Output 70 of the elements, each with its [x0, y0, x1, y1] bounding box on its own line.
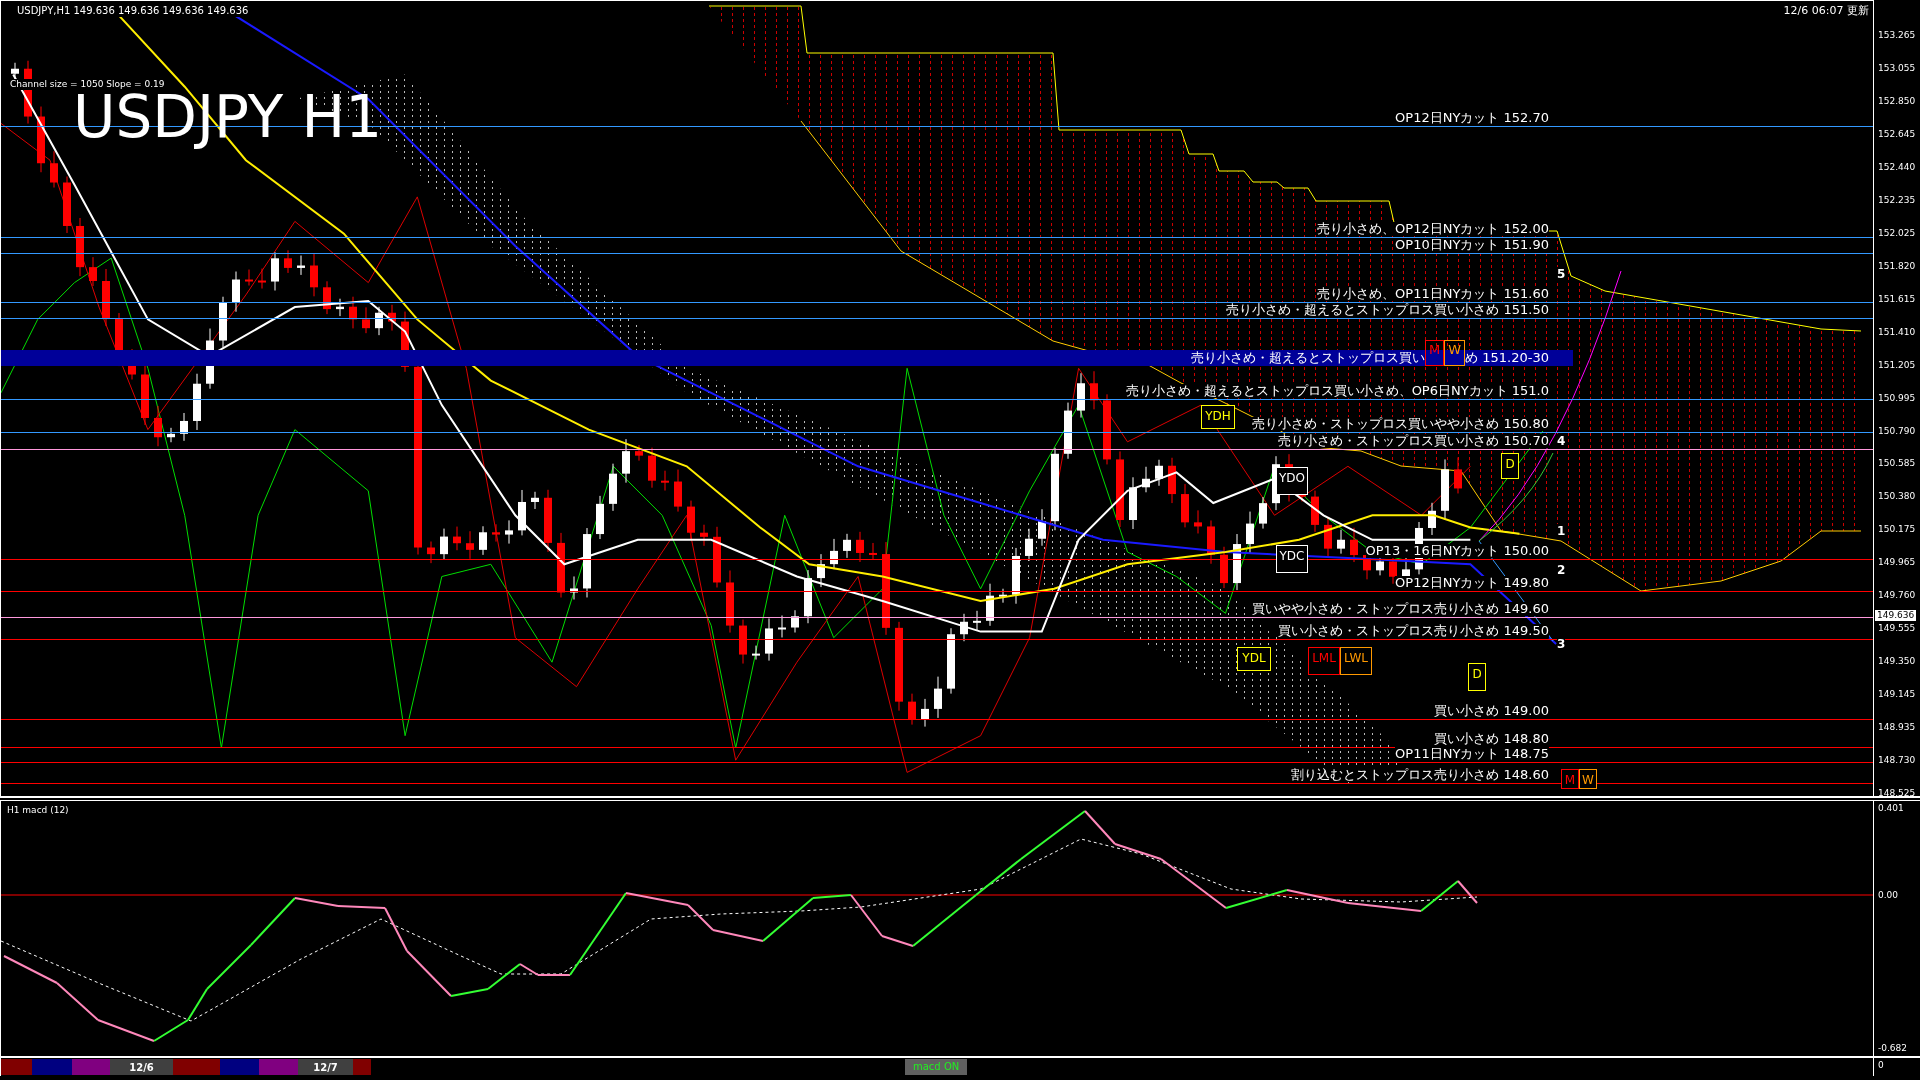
level-label: 売り小さめ・超えるとストップロス買い小さめ 151.50: [1226, 303, 1549, 317]
level-label: OP11日NYカット 148.75: [1395, 747, 1549, 761]
level-label: OP12日NYカット 149.80: [1395, 576, 1549, 590]
axis-tick-label: 148.935: [1878, 722, 1916, 733]
level-label: 買い小さめ 148.80: [1434, 732, 1549, 746]
level-label: 売り小さめ・ストップロス買い小さめ 150.70: [1278, 434, 1549, 448]
axis-tick-label: 148.525: [1878, 788, 1916, 799]
level-label: 売り小さめ・ストップロス買いやや小さめ 150.80: [1252, 417, 1549, 431]
axis-tick-label: 150.995: [1878, 392, 1916, 403]
level-label: 売り小さめ、OP11日NYカット 151.60: [1317, 287, 1549, 301]
axis-tick-label: 151.615: [1878, 293, 1916, 304]
level-label: 買いやや小さめ・ストップロス売り小さめ 149.60: [1252, 602, 1549, 616]
current-price-tag: 149.636: [1875, 610, 1917, 621]
level-label: OP13・16日NYカット 150.00: [1365, 544, 1549, 558]
axis-tick-label: 0.401: [1878, 803, 1904, 813]
level-label: 売り小さめ、OP12日NYカット 152.00: [1317, 222, 1549, 236]
axis-tick-label: 153.055: [1878, 62, 1916, 73]
chart-marker-tag: M: [1561, 769, 1579, 789]
wave-number: 1: [1557, 524, 1566, 538]
level-label: 買い小さめ 149.00: [1434, 704, 1549, 718]
update-time: 12/6 06:07 更新: [1783, 5, 1869, 17]
axis-tick-label: 151.410: [1878, 326, 1916, 337]
axis-tick-label: 150.790: [1878, 425, 1916, 436]
axis-tick-label: 149.145: [1878, 689, 1916, 700]
chart-marker-tag: D: [1501, 453, 1519, 479]
axis-tick-label: 149.760: [1878, 590, 1916, 601]
axis-tick-label: 151.820: [1878, 260, 1916, 271]
chart-marker-tag: YDH: [1201, 405, 1235, 429]
level-marker-tag: W: [1444, 340, 1466, 366]
symbol-quote: USDJPY,H1 149.636 149.636 149.636 149.636: [17, 5, 249, 17]
axis-tick-label: 149.350: [1878, 656, 1916, 667]
level-label: 買い小さめ・ストップロス売り小さめ 149.50: [1278, 624, 1549, 638]
axis-tick-label: 152.235: [1878, 194, 1916, 205]
axis-tick-label: 148.730: [1878, 755, 1916, 766]
level-label: OP12日NYカット 152.70: [1395, 111, 1549, 125]
level-marker-tag: M: [1425, 340, 1445, 366]
axis-tick-label: -0.682: [1878, 1043, 1907, 1053]
axis-tick-label: 0.00: [1878, 890, 1899, 900]
timeline-segment: 12/6: [110, 1059, 173, 1075]
axis-tick-label: 149.555: [1878, 623, 1916, 634]
axis-tick-label: 152.440: [1878, 161, 1916, 172]
chart-marker-tag: YDC: [1276, 545, 1308, 573]
level-label: OP10日NYカット 151.90: [1395, 238, 1549, 252]
chart-marker-tag: LWL: [1340, 647, 1372, 675]
axis-tick-label: 150.175: [1878, 524, 1916, 535]
wave-number: 5: [1557, 267, 1566, 281]
chart-marker-tag: YDL: [1237, 647, 1271, 671]
axis-tick-label: 0: [1878, 1060, 1884, 1070]
axis-tick-label: 151.205: [1878, 359, 1916, 370]
macd-title: H1 macd (12): [7, 805, 69, 816]
macd-toggle-button[interactable]: macd ON: [905, 1059, 968, 1075]
chart-marker-tag: LML: [1308, 647, 1340, 675]
wave-number: 3: [1557, 637, 1566, 651]
axis-tick-label: 149.965: [1878, 557, 1916, 568]
chart-marker-tag: W: [1579, 769, 1597, 789]
wave-number: 4: [1557, 434, 1566, 448]
axis-tick-label: 150.585: [1878, 458, 1916, 469]
timeline-segment: 12/7: [298, 1059, 353, 1075]
level-label: め 151.20-30: [1465, 351, 1549, 365]
level-label: 売り小さめ・超えるとストップロス買い小さめ、OP6日NYカット 151.0: [1125, 384, 1549, 398]
chart-marker-tag: YDO: [1276, 467, 1308, 495]
wave-number: 2: [1557, 563, 1566, 577]
chart-marker-tag: D: [1468, 663, 1486, 691]
axis-tick-label: 152.025: [1878, 227, 1916, 238]
axis-tick-label: 153.265: [1878, 30, 1916, 40]
level-label: 売り小さめ・超えるとストップロス買い: [1191, 351, 1426, 365]
axis-tick-label: 152.645: [1878, 128, 1916, 139]
level-label: 割り込むとストップロス売り小さめ 148.60: [1291, 768, 1549, 782]
axis-tick-label: 150.380: [1878, 491, 1916, 502]
axis-tick-label: 152.850: [1878, 95, 1916, 106]
